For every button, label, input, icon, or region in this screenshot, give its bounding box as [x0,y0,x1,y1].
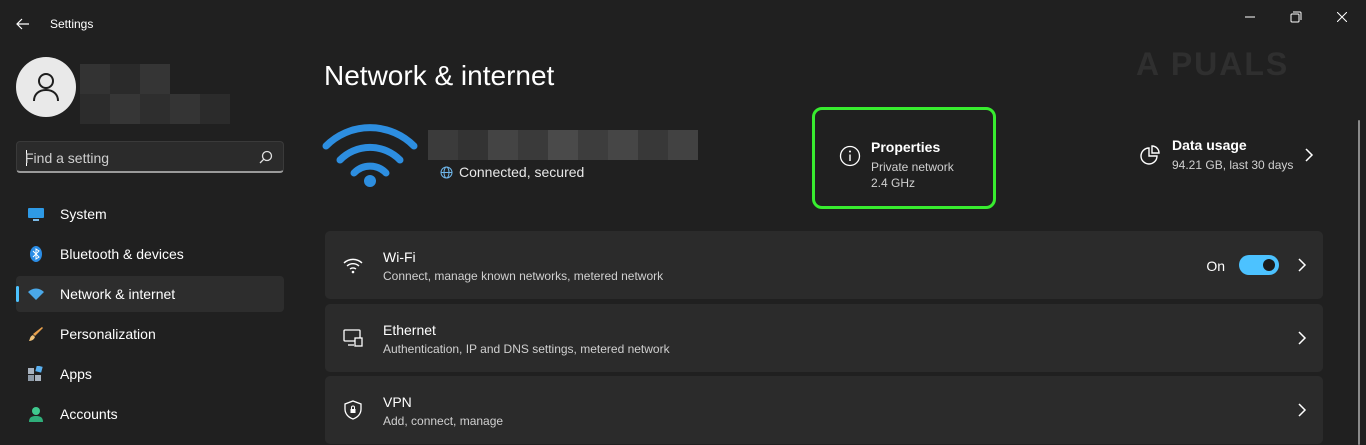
row-subtitle: Connect, manage known networks, metered … [383,269,664,283]
pie-chart-icon [1140,145,1160,165]
toggle-knob [1263,259,1275,271]
wifi-toggle-label: On [1206,258,1225,274]
app-title: Settings [50,17,94,31]
wifi-row[interactable]: Wi-Fi Connect, manage known networks, me… [325,231,1323,299]
chevron-right-icon [1298,331,1307,345]
data-usage-detail: 94.21 GB, last 30 days [1172,158,1294,172]
shield-icon [344,400,362,420]
user-avatar-icon [33,73,59,102]
search-icon[interactable] [259,150,273,164]
ethernet-row[interactable]: Ethernet Authentication, IP and DNS sett… [325,304,1323,372]
sidebar-item-accounts[interactable]: Accounts [16,396,284,432]
apps-icon [28,366,43,381]
row-title: Ethernet [383,322,436,338]
wifi-icon [343,258,363,274]
monitor-icon [28,208,44,221]
row-subtitle: Add, connect, manage [383,414,504,428]
search-input[interactable] [25,148,245,168]
sidebar-item-label: Apps [60,366,92,382]
chevron-right-icon [1298,258,1307,272]
ethernet-icon [343,329,363,347]
close-button[interactable] [1330,6,1354,28]
info-icon [839,145,861,167]
scrollbar[interactable] [1358,120,1360,445]
restore-icon [1290,11,1302,23]
chevron-right-icon [1305,148,1314,162]
properties-title: Properties [871,139,941,155]
close-icon [1337,12,1347,22]
wifi-hero-icon [322,124,418,187]
maximize-button[interactable] [1284,6,1308,28]
person-icon [29,407,43,422]
globe-icon [440,166,453,178]
bluetooth-icon [30,246,42,262]
sidebar-item-label: System [60,206,107,222]
status-text: Connected, secured [459,164,585,180]
sidebar-item-label: Accounts [60,406,118,422]
page-title: Network & internet [324,60,555,91]
data-usage-button[interactable]: Data usage 94.21 GB, last 30 days [1130,120,1330,190]
back-button[interactable] [10,12,36,36]
title-bar: Settings [0,0,1366,48]
sidebar-item-label: Bluetooth & devices [60,246,184,262]
connection-status: Connected, secured [440,164,584,180]
row-title: VPN [383,394,412,410]
data-usage-title: Data usage [1172,137,1247,153]
row-title: Wi-Fi [383,249,416,265]
sidebar-item-system[interactable]: System [16,196,284,232]
row-subtitle: Authentication, IP and DNS settings, met… [383,342,670,356]
brush-icon [29,327,43,341]
properties-network-type: Private network [871,160,954,174]
sidebar-item-personalization[interactable]: Personalization [16,316,284,352]
vpn-row[interactable]: VPN Add, connect, manage [325,376,1323,444]
wifi-icon [28,288,44,300]
avatar[interactable] [16,57,76,117]
chevron-right-icon [1298,403,1307,417]
sidebar-item-bluetooth[interactable]: Bluetooth & devices [16,236,284,272]
properties-button[interactable]: Properties Private network 2.4 GHz [812,107,996,209]
sidebar-item-apps[interactable]: Apps [16,356,284,392]
sidebar-item-label: Network & internet [60,286,176,302]
sidebar-item-network[interactable]: Network & internet [16,276,284,312]
wifi-toggle[interactable] [1239,255,1279,275]
minimize-icon [1245,16,1255,18]
selection-indicator [16,286,19,302]
back-arrow-icon [16,18,29,30]
sidebar-item-label: Personalization [60,326,156,342]
minimize-button[interactable] [1238,6,1262,28]
appuals-watermark: A PUALS [1136,46,1290,82]
search-box[interactable] [16,141,284,173]
properties-band: 2.4 GHz [871,176,916,190]
